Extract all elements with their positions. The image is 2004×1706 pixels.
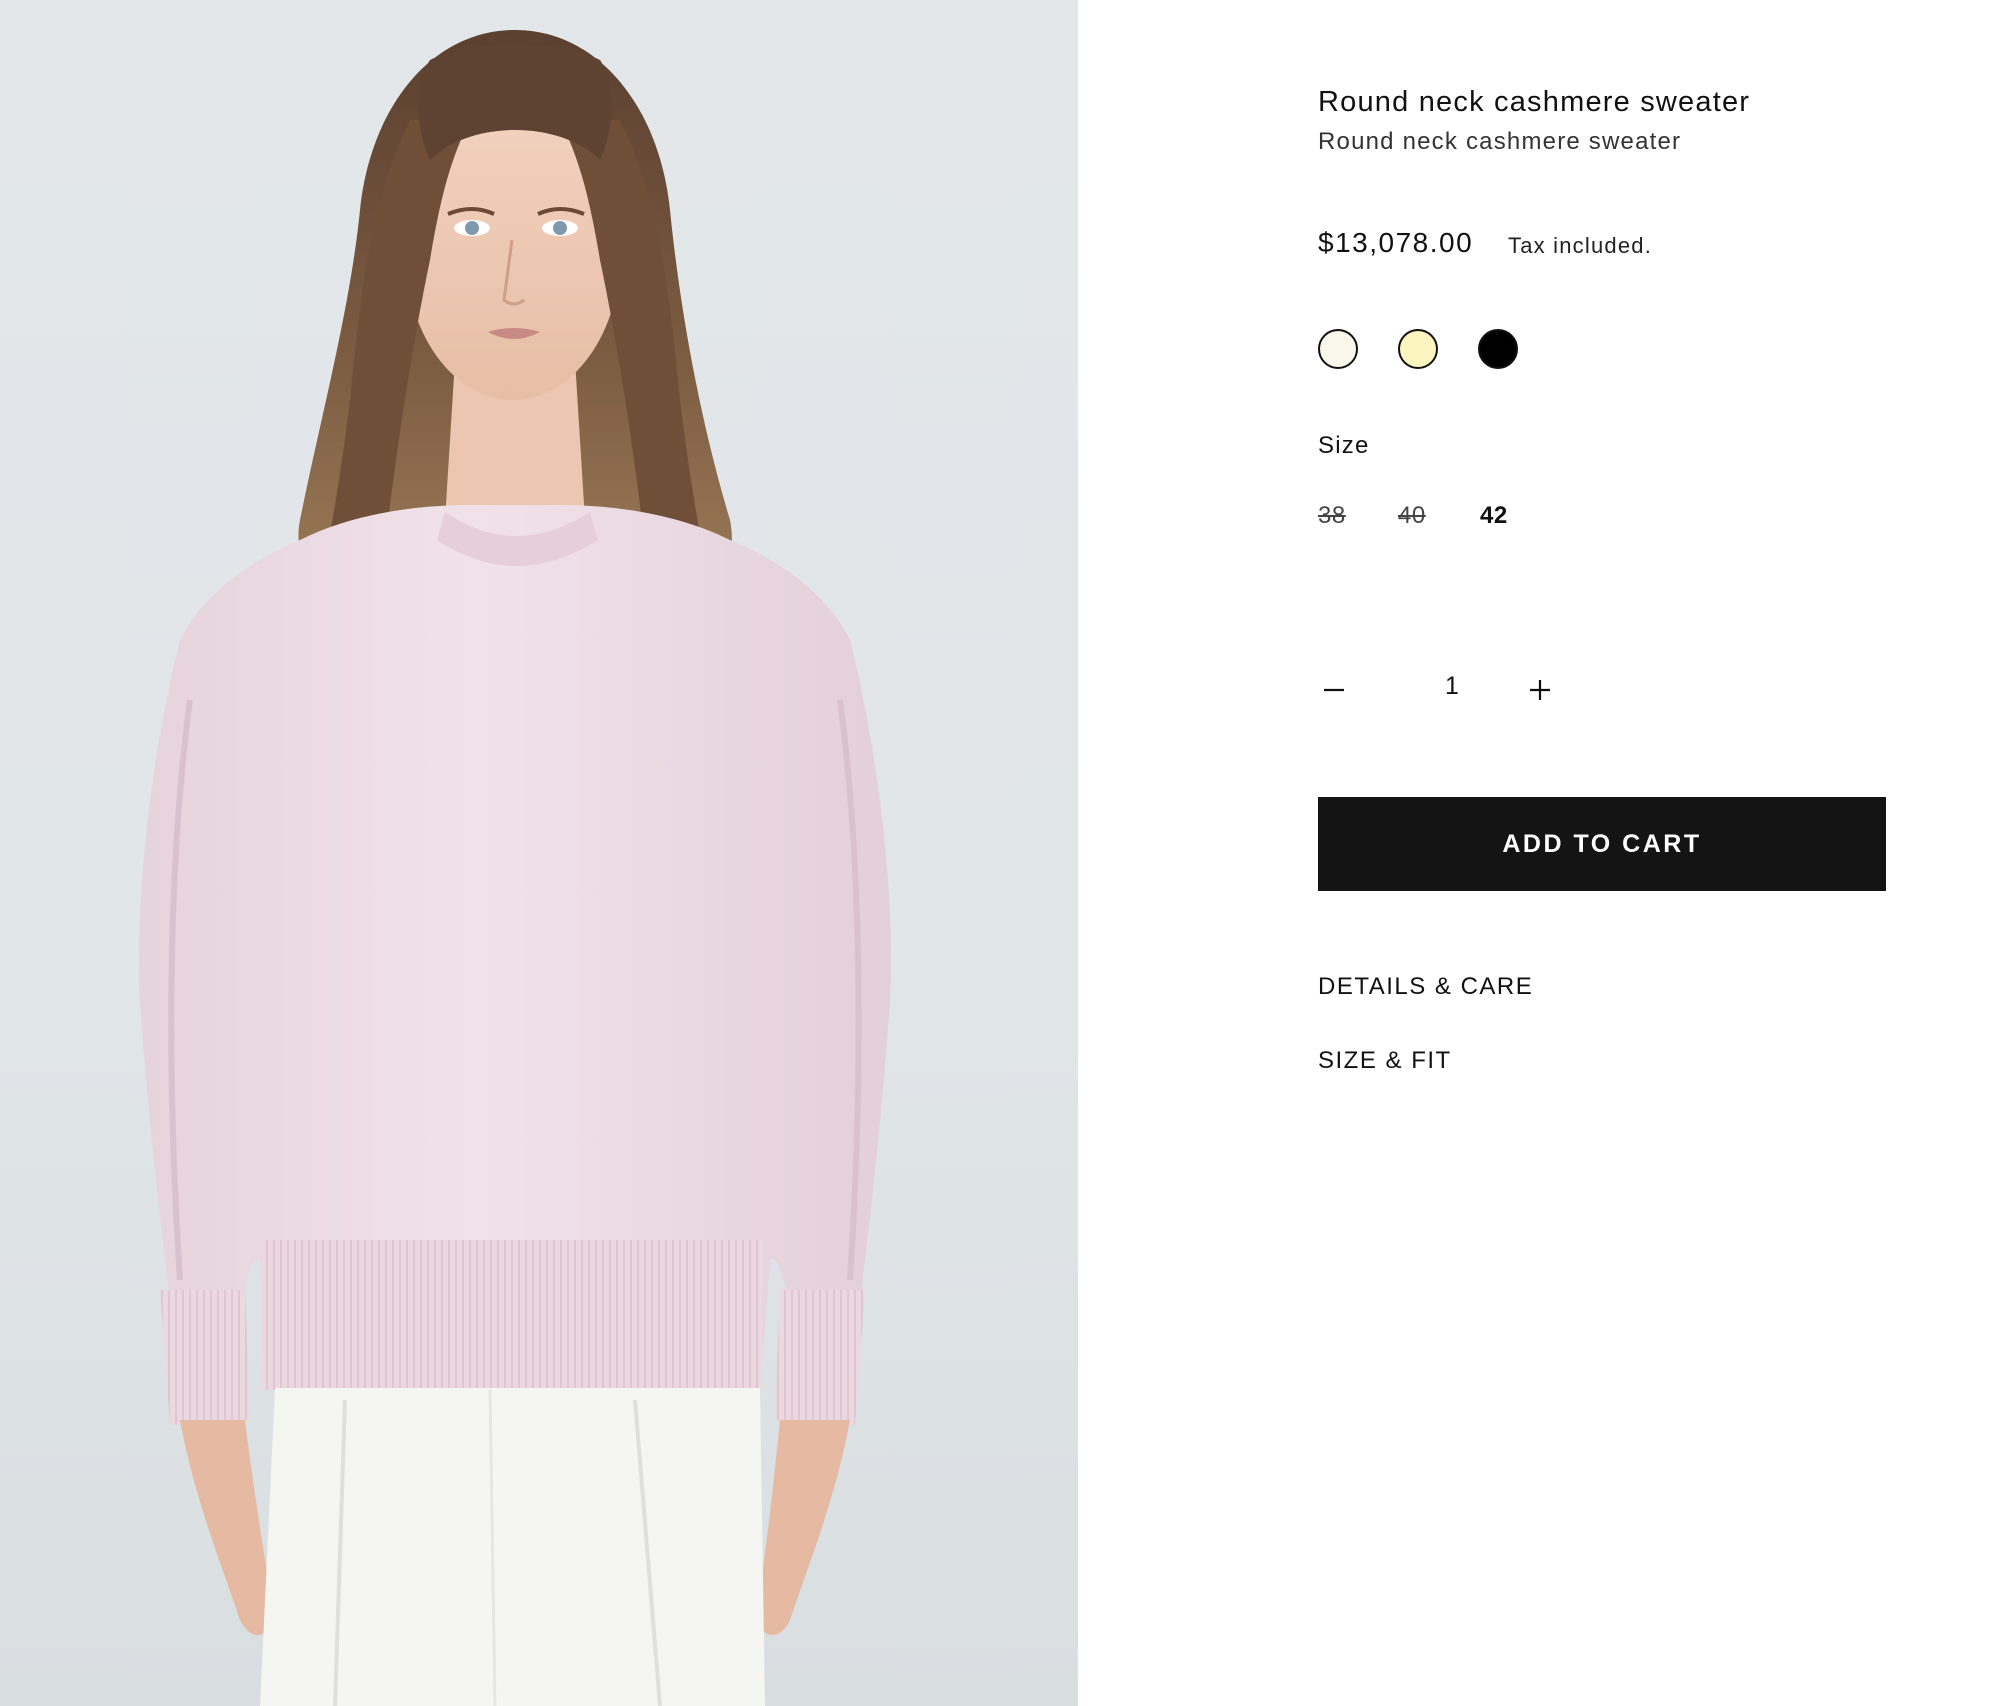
product-title: Round neck cashmere sweater	[1318, 86, 1751, 118]
color-swatches	[1318, 329, 1578, 371]
size-options: 38 40 42	[1318, 502, 1578, 538]
details-care-toggle[interactable]: DETAILS & CARE	[1318, 973, 1533, 1001]
size-fit-toggle[interactable]: SIZE & FIT	[1318, 1047, 1452, 1075]
product-image[interactable]	[0, 0, 1078, 1706]
color-swatch-butter-yellow[interactable]	[1398, 329, 1438, 369]
product-subtitle: Round neck cashmere sweater	[1318, 128, 1682, 155]
color-swatch-black[interactable]	[1478, 329, 1518, 369]
color-swatch-ivory[interactable]	[1318, 329, 1358, 369]
minus-icon	[1324, 688, 1344, 692]
product-price: $13,078.00	[1318, 227, 1474, 258]
quantity-decrease-button[interactable]	[1318, 670, 1354, 710]
plus-icon	[1530, 680, 1550, 700]
model-photo	[139, 30, 891, 1706]
add-to-cart-button[interactable]: ADD TO CART	[1318, 797, 1886, 891]
quantity-stepper: 1	[1318, 670, 1558, 710]
quantity-increase-button[interactable]	[1524, 670, 1560, 710]
product-info-panel: Round neck cashmere sweater Round neck c…	[1318, 0, 1918, 1700]
quantity-value[interactable]: 1	[1422, 672, 1482, 701]
size-label: Size	[1318, 432, 1370, 459]
tax-note: Tax included.	[1508, 233, 1653, 258]
size-option-40[interactable]: 40	[1398, 502, 1426, 530]
size-option-38[interactable]: 38	[1318, 502, 1346, 530]
size-option-42[interactable]: 42	[1480, 502, 1508, 530]
